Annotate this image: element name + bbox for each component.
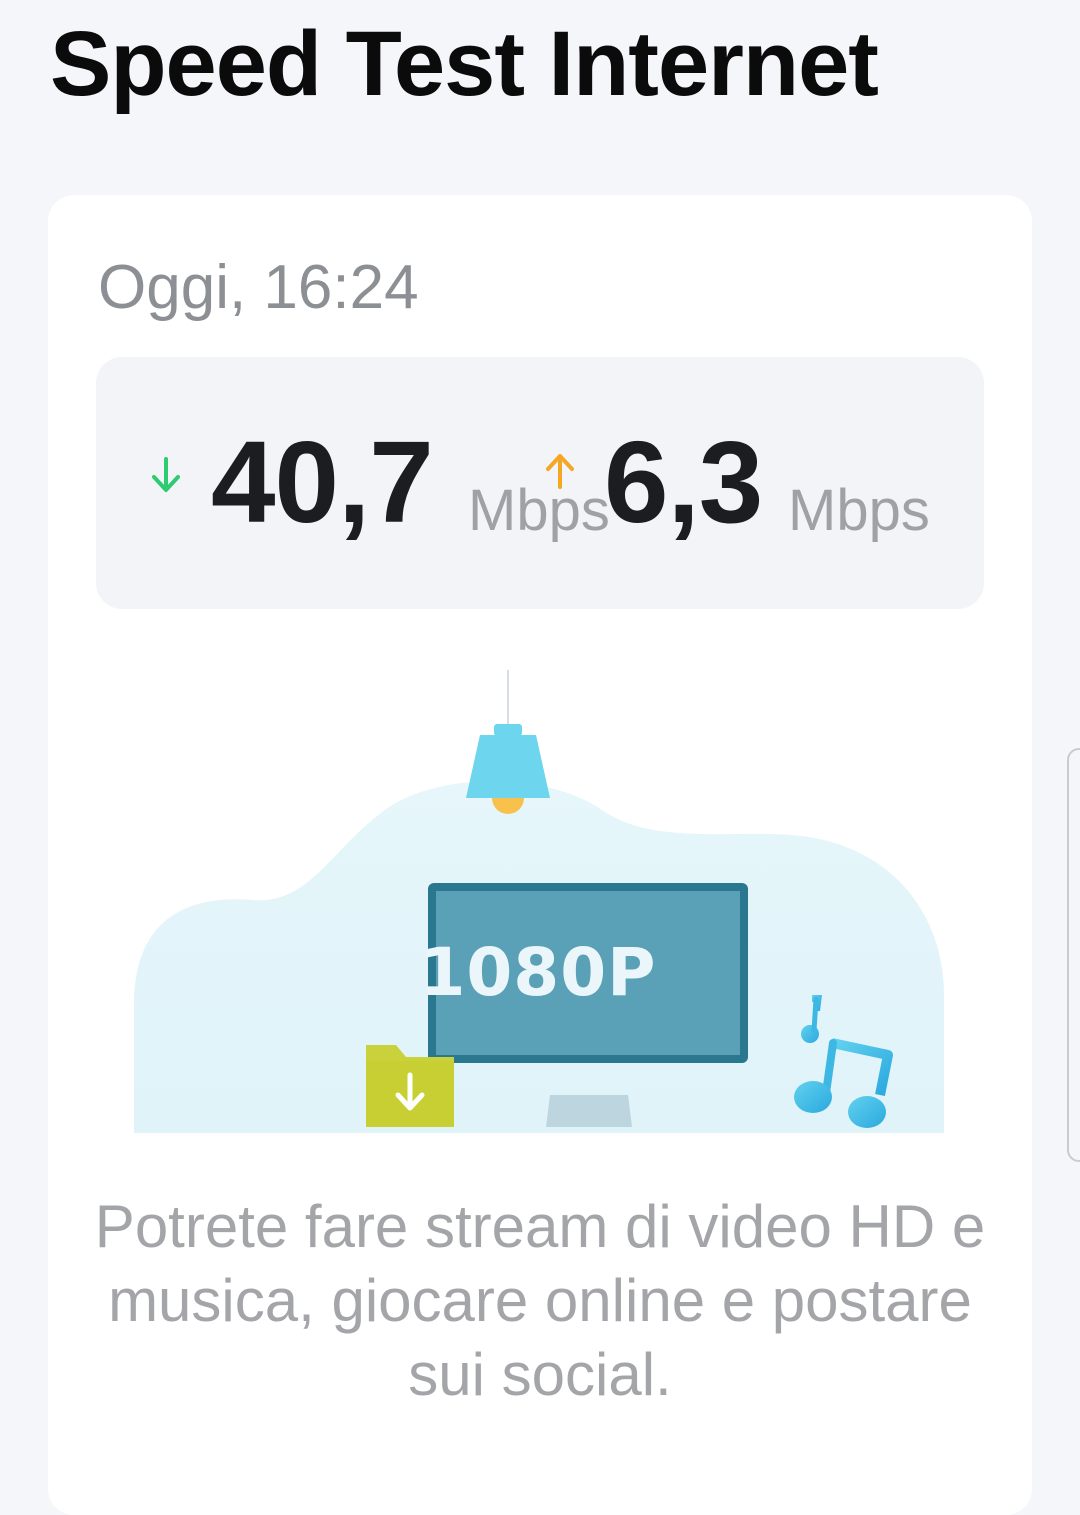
speed-summary: 40,7 Mbps 6,3 Mbps: [96, 357, 984, 609]
speed-result-card: Oggi, 16:24 40,7 Mbps 6,3 Mbps 1080P Pot…: [48, 195, 1032, 1515]
arrow-up-icon: [540, 441, 580, 501]
page-title: Speed Test Internet: [50, 13, 879, 115]
download-speed-value: 40,7: [211, 417, 434, 547]
upload-speed-unit: Mbps: [788, 478, 930, 543]
edge-panel-handle[interactable]: [1067, 748, 1080, 1162]
streaming-illustration: 1080P: [132, 665, 948, 1140]
download-folder-icon: [366, 1045, 454, 1127]
speed-description: Potrete fare stream di video HD e musica…: [94, 1193, 986, 1408]
arrow-down-icon: [146, 445, 186, 505]
test-timestamp: Oggi, 16:24: [98, 253, 419, 322]
screen-resolution-label: 1080P: [419, 934, 657, 1011]
upload-speed-value: 6,3: [604, 417, 763, 547]
lamp-icon: [466, 670, 550, 814]
download-speed-unit: Mbps: [468, 478, 610, 543]
